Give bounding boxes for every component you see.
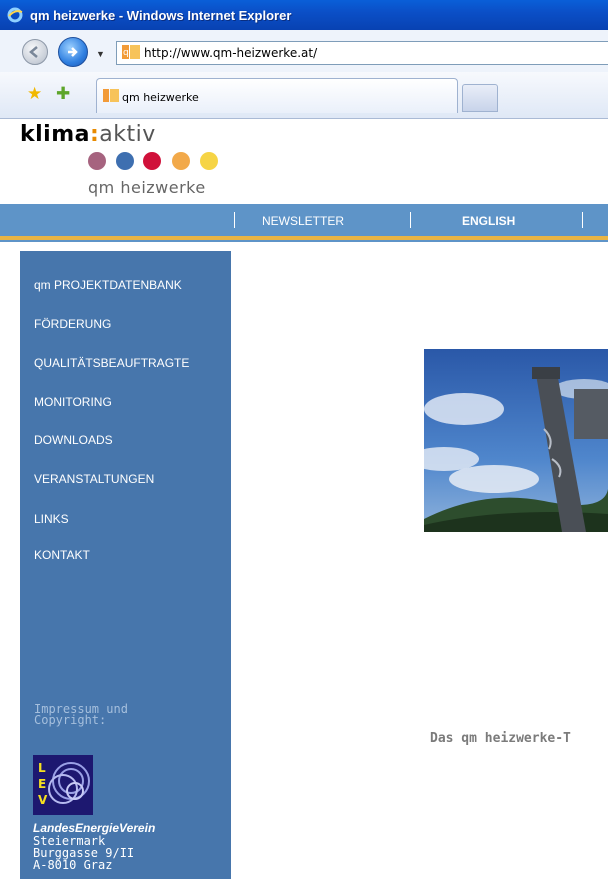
sidebar: qm PROJEKTDATENBANK FÖRDERUNG QUALITÄTSB… — [20, 251, 231, 879]
browser-tab[interactable]: qm heizwerke — [96, 78, 458, 113]
lev-logo[interactable]: L E V — [33, 755, 93, 815]
chimney-photo — [424, 349, 608, 532]
tab-favicon-icon — [103, 89, 119, 102]
svg-text:E: E — [38, 777, 46, 791]
svg-text:q: q — [123, 48, 129, 58]
sidebar-item-kontakt[interactable]: KONTAKT — [34, 548, 90, 562]
logo-subtitle: qm heizwerke — [88, 178, 206, 197]
org-address: LandesEnergieVerein Steiermark Burggasse… — [33, 821, 155, 871]
content-intro-text: Das qm heizwerke-T — [430, 731, 571, 746]
title-bar: qm heizwerke - Windows Internet Explorer — [0, 0, 608, 30]
address-bar[interactable]: q http://www.qm-heizwerke.at/ — [116, 41, 608, 65]
svg-text:L: L — [38, 761, 46, 775]
sidebar-item-veranstaltungen[interactable]: VERANSTALTUNGEN — [34, 472, 154, 486]
nav-separator — [234, 212, 235, 228]
logo-colon: : — [89, 122, 100, 147]
nav-english[interactable]: ENGLISH — [462, 214, 515, 228]
forward-button[interactable] — [58, 37, 88, 67]
ie-icon — [7, 7, 23, 23]
back-arrow-icon — [29, 46, 38, 58]
sidebar-item-foerderung[interactable]: FÖRDERUNG — [34, 317, 111, 331]
logo-part2: aktiv — [99, 122, 156, 147]
add-favorites-icon[interactable]: ✚ — [56, 84, 70, 104]
back-button[interactable] — [22, 39, 48, 65]
lev-logo-graphic: L E V — [33, 755, 93, 815]
sidebar-item-links[interactable]: LINKS — [34, 512, 69, 526]
site-favicon-icon: q — [122, 45, 140, 59]
sidebar-item-downloads[interactable]: DOWNLOADS — [34, 433, 113, 447]
nav-separator — [582, 212, 583, 228]
logo-part1: klima — [20, 122, 90, 147]
klimaaktiv-logo[interactable]: klima:aktiv — [20, 122, 156, 147]
logo-dot — [172, 152, 190, 170]
url-text[interactable]: http://www.qm-heizwerke.at/ — [144, 46, 317, 60]
org-line: A-8010 Graz — [33, 858, 113, 872]
logo-dot — [116, 152, 134, 170]
photo-graphic — [424, 349, 608, 532]
address-row: ▼ q http://www.qm-heizwerke.at/ — [0, 30, 608, 73]
tab-row: qm heizwerke — [0, 72, 608, 119]
sidebar-item-projektdatenbank[interactable]: qm PROJEKTDATENBANK — [34, 278, 182, 292]
nav-separator — [410, 212, 411, 228]
window-title: qm heizwerke - Windows Internet Explorer — [30, 8, 292, 23]
svg-text:V: V — [38, 793, 48, 807]
impressum-link[interactable]: Impressum und Copyright: — [34, 703, 184, 726]
tab-label: qm heizwerke — [122, 91, 199, 104]
nav-underline — [0, 240, 608, 242]
logo-dot — [88, 152, 106, 170]
favorites-star-icon[interactable]: ★ — [27, 84, 42, 104]
nav-newsletter[interactable]: NEWSLETTER — [262, 214, 344, 228]
new-tab-button[interactable] — [462, 84, 498, 112]
logo-dot — [143, 152, 161, 170]
org-name: LandesEnergieVerein — [33, 821, 156, 835]
logo-dot — [200, 152, 218, 170]
top-nav: NEWSLETTER ENGLISH — [0, 204, 608, 242]
sidebar-item-qualitaetsbeauftragte[interactable]: QUALITÄTSBEAUFTRAGTE — [34, 356, 189, 370]
history-dropdown-icon[interactable]: ▼ — [96, 49, 105, 59]
forward-arrow-icon — [68, 47, 78, 57]
sidebar-item-monitoring[interactable]: MONITORING — [34, 395, 112, 409]
